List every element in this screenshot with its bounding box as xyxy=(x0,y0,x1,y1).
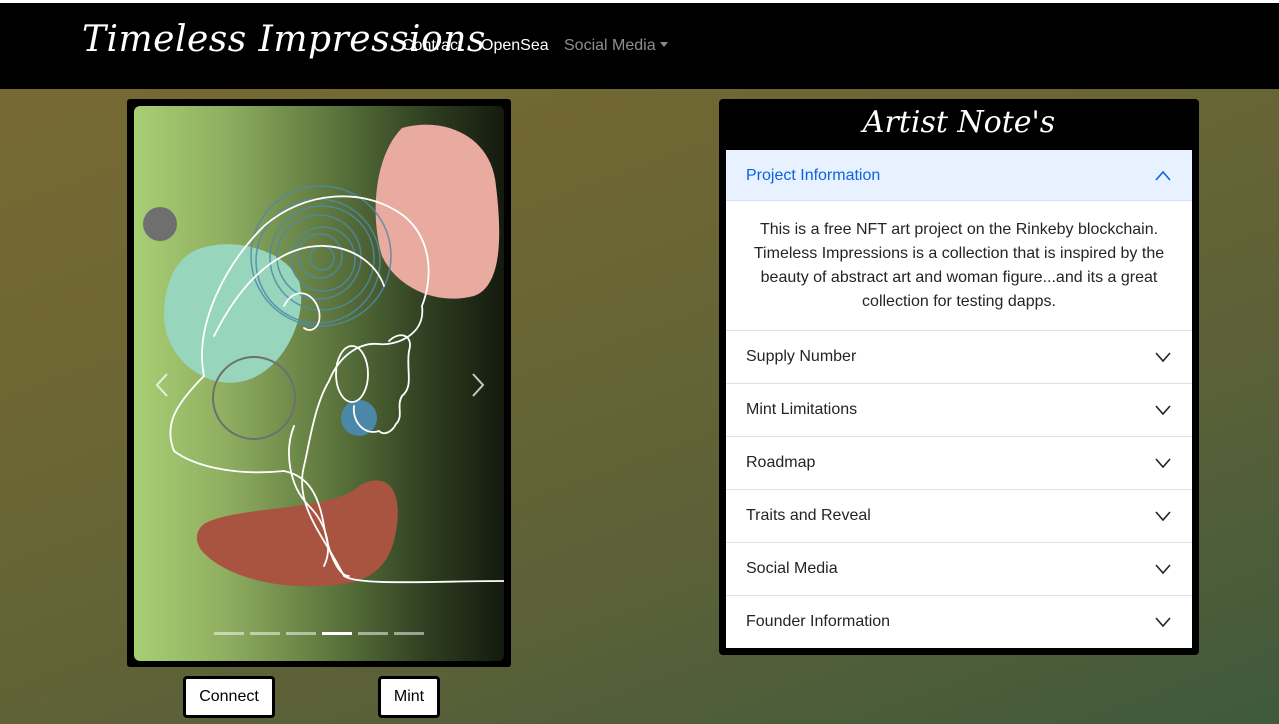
carousel-next-button[interactable] xyxy=(462,370,492,400)
chevron-down-icon xyxy=(1155,352,1171,363)
carousel-indicator[interactable] xyxy=(358,632,388,635)
accordion-header-social-media[interactable]: Social Media xyxy=(726,543,1192,595)
mint-button[interactable]: Mint xyxy=(378,676,440,718)
notes-accordion: Project Information This is a free NFT a… xyxy=(726,150,1192,648)
chevron-down-icon xyxy=(1155,564,1171,575)
accordion-header-label: Roadmap xyxy=(746,454,816,471)
chevron-down-icon xyxy=(1155,458,1171,469)
nav-link-contract[interactable]: Contract xyxy=(402,37,462,55)
chevron-down-icon xyxy=(1155,405,1171,416)
accordion-header-label: Mint Limitations xyxy=(746,401,858,418)
accordion-header-label: Supply Number xyxy=(746,348,857,365)
chevron-down-icon xyxy=(1155,617,1171,628)
accordion-header-founder-information[interactable]: Founder Information xyxy=(726,596,1192,648)
pink-blob-shape xyxy=(375,124,500,299)
accordion-header-label: Traits and Reveal xyxy=(746,507,871,524)
accordion-item-mint-limitations: Mint Limitations xyxy=(726,384,1192,437)
caret-down-icon xyxy=(659,42,668,47)
nav-dropdown-social-media[interactable]: Social Media xyxy=(564,37,668,55)
chevron-right-icon xyxy=(472,373,485,397)
accordion-item-project-information: Project Information This is a free NFT a… xyxy=(726,150,1192,331)
accordion-header-roadmap[interactable]: Roadmap xyxy=(726,437,1192,489)
carousel-frame xyxy=(127,99,511,667)
accordion-item-supply-number: Supply Number xyxy=(726,331,1192,384)
accordion-item-founder-information: Founder Information xyxy=(726,596,1192,648)
accordion-header-label: Founder Information xyxy=(746,613,891,630)
carousel-indicator[interactable] xyxy=(214,632,244,635)
accordion-header-label: Project Information xyxy=(746,167,881,184)
nft-artwork-image xyxy=(143,124,504,587)
artist-notes-title: Artist Note's xyxy=(862,105,1056,140)
accordion-header-traits-and-reveal[interactable]: Traits and Reveal xyxy=(726,490,1192,542)
carousel-prev-button[interactable] xyxy=(148,370,178,400)
blue-dot-shape xyxy=(341,400,377,436)
nav-link-opensea[interactable]: OpenSea xyxy=(481,37,549,55)
carousel-indicator[interactable] xyxy=(250,632,280,635)
navbar: Timeless Impressions Contract OpenSea So… xyxy=(0,3,1279,89)
accordion-item-roadmap: Roadmap xyxy=(726,437,1192,490)
artist-notes-panel: Artist Note's Project Information This i… xyxy=(719,99,1199,655)
accordion-header-mint-limitations[interactable]: Mint Limitations xyxy=(726,384,1192,436)
chevron-down-icon xyxy=(1155,511,1171,522)
carousel-indicator-active[interactable] xyxy=(322,632,352,635)
connect-button[interactable]: Connect xyxy=(183,676,275,718)
carousel-indicators xyxy=(214,632,424,635)
nav-dropdown-label: Social Media xyxy=(564,37,656,54)
accordion-item-social-media: Social Media xyxy=(726,543,1192,596)
carousel-indicator[interactable] xyxy=(286,632,316,635)
accordion-body-project-information: This is a free NFT art project on the Ri… xyxy=(753,221,1165,310)
accordion-header-project-information[interactable]: Project Information xyxy=(726,150,1192,201)
carousel-indicator[interactable] xyxy=(394,632,424,635)
accordion-header-label: Social Media xyxy=(746,560,838,577)
chevron-up-icon xyxy=(1155,170,1171,181)
grey-dot-shape xyxy=(143,207,177,241)
nft-carousel[interactable] xyxy=(134,106,504,661)
rust-blob-shape xyxy=(196,480,398,587)
accordion-item-traits-and-reveal: Traits and Reveal xyxy=(726,490,1192,543)
chevron-left-icon xyxy=(155,373,168,397)
accordion-header-supply-number[interactable]: Supply Number xyxy=(726,331,1192,383)
